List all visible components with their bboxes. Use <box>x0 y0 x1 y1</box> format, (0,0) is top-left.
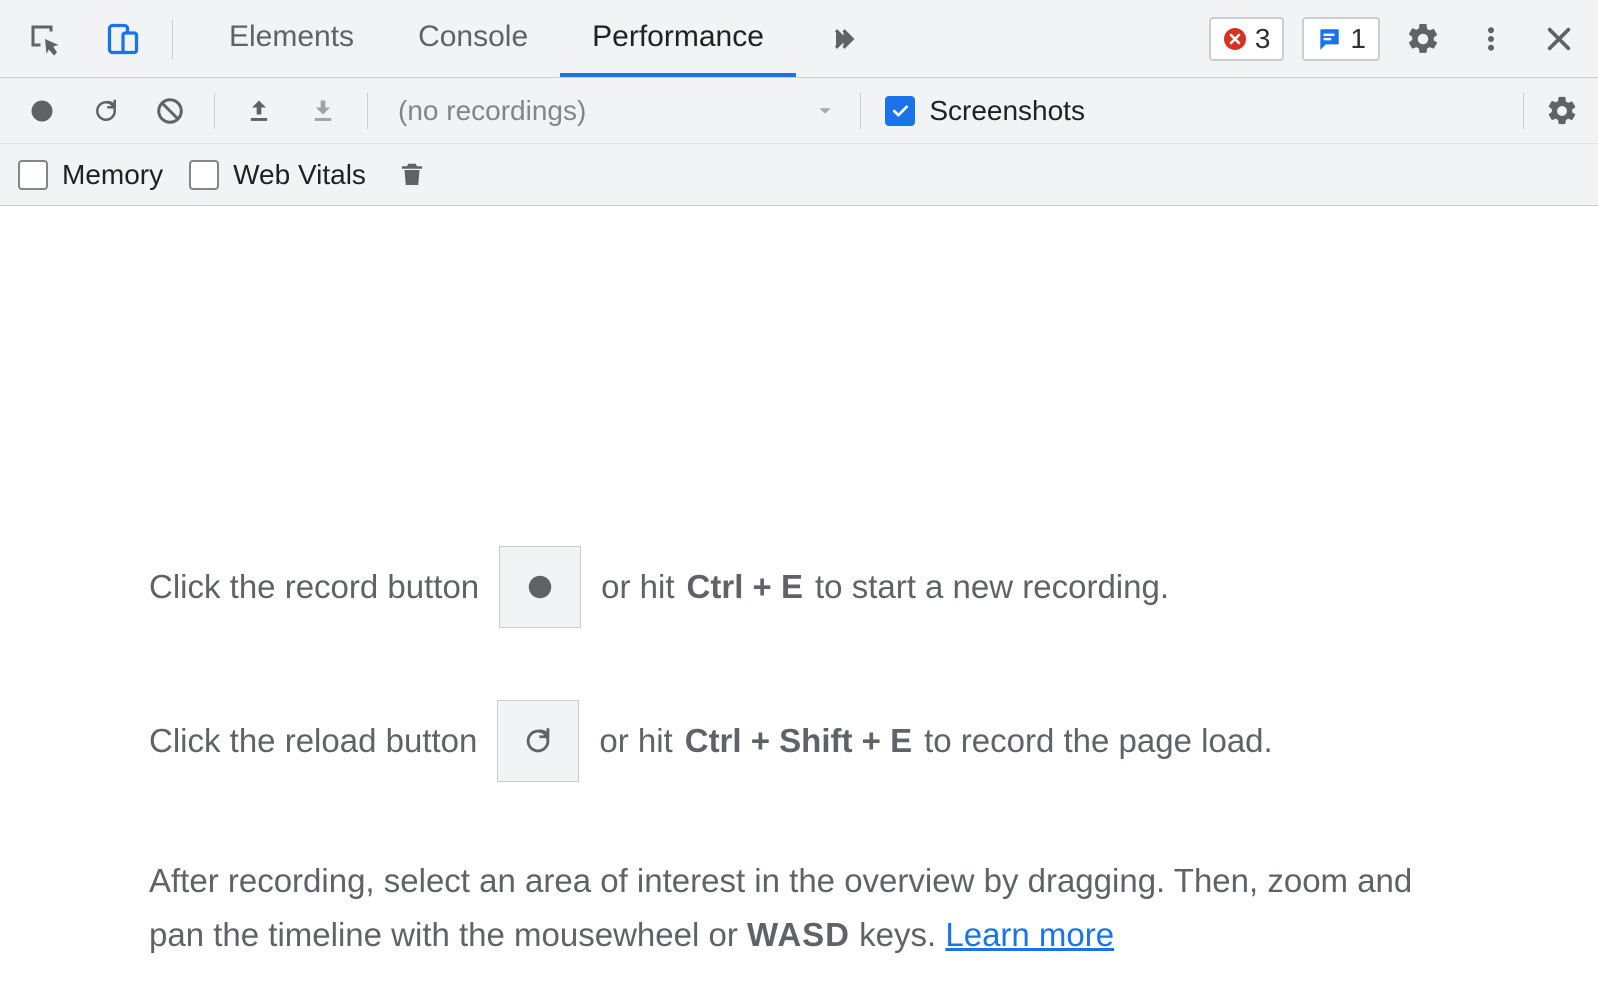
devtools-tabstrip: Elements Console Performance 3 1 <box>0 0 1598 78</box>
help-text: keys. <box>850 916 945 953</box>
chevron-down-icon <box>814 100 836 122</box>
performance-landing: Click the record button or hit Ctrl + E … <box>0 206 1598 963</box>
screenshots-checkbox[interactable]: Screenshots <box>885 95 1085 127</box>
clear-button[interactable] <box>150 91 190 131</box>
help-text: Click the reload button <box>149 713 477 769</box>
help-text: or hit <box>601 559 674 615</box>
screenshots-label: Screenshots <box>929 95 1085 127</box>
top-right-controls: 3 1 <box>1209 14 1584 64</box>
tab-elements[interactable]: Elements <box>197 0 386 77</box>
memory-label: Memory <box>62 159 163 191</box>
shortcut-key: Ctrl + E <box>687 559 803 615</box>
tab-performance[interactable]: Performance <box>560 0 796 77</box>
panel-tabs: Elements Console Performance <box>197 0 796 77</box>
load-profile-button[interactable] <box>239 91 279 131</box>
garbage-collect-icon[interactable] <box>392 155 432 195</box>
learn-more-link[interactable]: Learn more <box>945 916 1114 953</box>
record-button-inline[interactable] <box>499 546 581 628</box>
kebab-menu-icon[interactable] <box>1466 14 1516 64</box>
reload-button[interactable] <box>86 91 126 131</box>
performance-toolbar-row2: Memory Web Vitals <box>0 144 1598 206</box>
save-profile-button[interactable] <box>303 91 343 131</box>
help-line-record: Click the record button or hit Ctrl + E … <box>149 546 1449 628</box>
help-text: to start a new recording. <box>815 559 1169 615</box>
help-block-zoom: After recording, select an area of inter… <box>149 854 1449 963</box>
separator <box>214 93 215 129</box>
wasd-keys: WASD <box>747 916 850 953</box>
more-tabs-button[interactable] <box>796 24 876 54</box>
capture-settings-icon[interactable] <box>1542 91 1582 131</box>
inspect-element-icon[interactable] <box>20 14 70 64</box>
web-vitals-label: Web Vitals <box>233 159 366 191</box>
separator <box>172 19 173 59</box>
separator <box>860 93 861 129</box>
settings-icon[interactable] <box>1398 14 1448 64</box>
help-text: or hit <box>599 713 672 769</box>
reload-button-inline[interactable] <box>497 700 579 782</box>
recordings-dropdown[interactable]: (no recordings) <box>398 95 836 127</box>
separator <box>1523 93 1524 129</box>
help-text: to record the page load. <box>924 713 1273 769</box>
device-toolbar-icon[interactable] <box>98 14 148 64</box>
tab-console[interactable]: Console <box>386 0 560 77</box>
shortcut-key: Ctrl + Shift + E <box>685 713 912 769</box>
help-text: Click the record button <box>149 559 479 615</box>
error-counter[interactable]: 3 <box>1209 17 1285 61</box>
web-vitals-checkbox[interactable]: Web Vitals <box>189 159 366 191</box>
record-button[interactable] <box>22 91 62 131</box>
error-count: 3 <box>1255 23 1271 55</box>
inspect-tools <box>20 14 148 64</box>
help-line-reload: Click the reload button or hit Ctrl + Sh… <box>149 700 1449 782</box>
issues-counter[interactable]: 1 <box>1302 17 1380 61</box>
memory-checkbox[interactable]: Memory <box>18 159 163 191</box>
recordings-dropdown-label: (no recordings) <box>398 95 586 127</box>
close-icon[interactable] <box>1534 14 1584 64</box>
issues-count: 1 <box>1350 23 1366 55</box>
separator <box>367 93 368 129</box>
performance-toolbar: (no recordings) Screenshots <box>0 78 1598 144</box>
